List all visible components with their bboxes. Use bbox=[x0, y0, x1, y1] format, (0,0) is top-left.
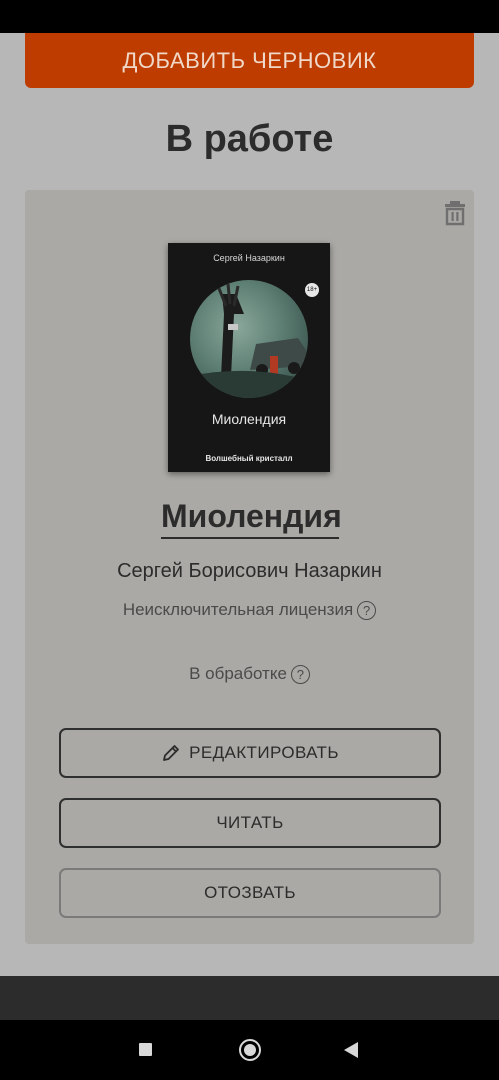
age-badge: 18+ bbox=[305, 283, 319, 297]
back-icon[interactable] bbox=[344, 1042, 358, 1058]
status-bar bbox=[0, 0, 499, 33]
book-author: Сергей Борисович Назаркин bbox=[117, 560, 382, 582]
book-cover[interactable]: Сергей Назаркин 18+ Миолендия Волшебный … bbox=[168, 243, 330, 472]
read-button[interactable]: ЧИТАТЬ bbox=[59, 798, 441, 848]
license-row: Неисключительная лицензия ? bbox=[0, 600, 499, 620]
help-icon[interactable]: ? bbox=[290, 664, 310, 684]
status-label: В обработке bbox=[189, 664, 287, 683]
footer bbox=[0, 976, 499, 1020]
help-icon[interactable]: ? bbox=[357, 600, 377, 620]
home-icon[interactable] bbox=[239, 1039, 261, 1061]
cover-illustration bbox=[190, 280, 308, 398]
trash-icon[interactable] bbox=[442, 200, 468, 226]
add-draft-button[interactable]: ДОБАВИТЬ ЧЕРНОВИК bbox=[25, 33, 474, 88]
pencil-icon bbox=[163, 745, 180, 761]
edit-button[interactable]: РЕДАКТИРОВАТЬ bbox=[59, 728, 441, 778]
recent-apps-icon[interactable] bbox=[139, 1043, 152, 1056]
book-title-link[interactable]: Миолендия bbox=[161, 498, 342, 539]
cover-author: Сергей Назаркин bbox=[213, 253, 285, 263]
license-label: Неисключительная лицензия bbox=[122, 600, 354, 619]
section-title: В работе bbox=[165, 118, 334, 160]
revoke-button-label: ОТОЗВАТЬ bbox=[204, 883, 296, 902]
read-button-label: ЧИТАТЬ bbox=[216, 813, 284, 832]
edit-button-label: РЕДАКТИРОВАТЬ bbox=[189, 743, 339, 762]
revoke-button[interactable]: ОТОЗВАТЬ bbox=[59, 868, 441, 918]
cover-title: Миолендия bbox=[211, 411, 287, 427]
status-row: В обработке ? bbox=[0, 664, 499, 684]
cover-subtitle: Волшебный кристалл bbox=[205, 454, 293, 463]
